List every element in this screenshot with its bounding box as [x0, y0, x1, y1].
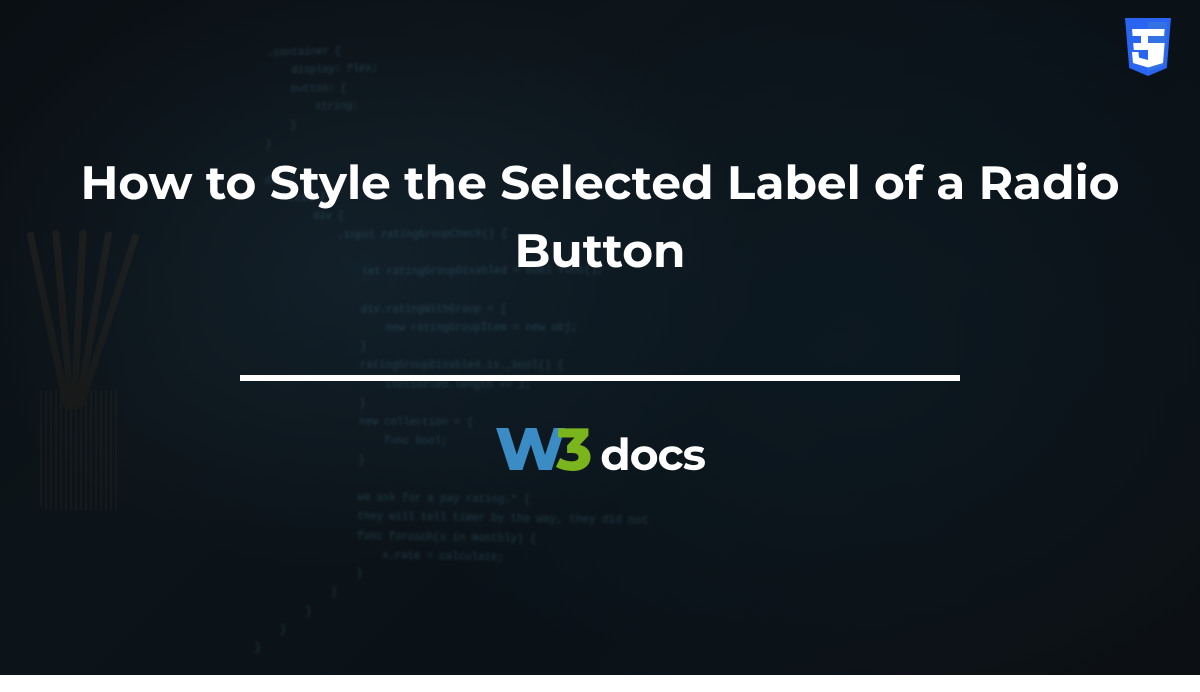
page-title: How to Style the Selected Label of a Rad… — [50, 149, 1150, 285]
css3-icon — [1120, 18, 1176, 82]
logo-number-3: 3 — [556, 413, 592, 486]
title-divider — [240, 375, 960, 381]
logo-text-docs: docs — [600, 428, 705, 482]
w3docs-logo: W 3 docs — [495, 413, 705, 486]
logo-letter-w: W — [495, 413, 562, 486]
content-container: How to Style the Selected Label of a Rad… — [0, 0, 1200, 675]
